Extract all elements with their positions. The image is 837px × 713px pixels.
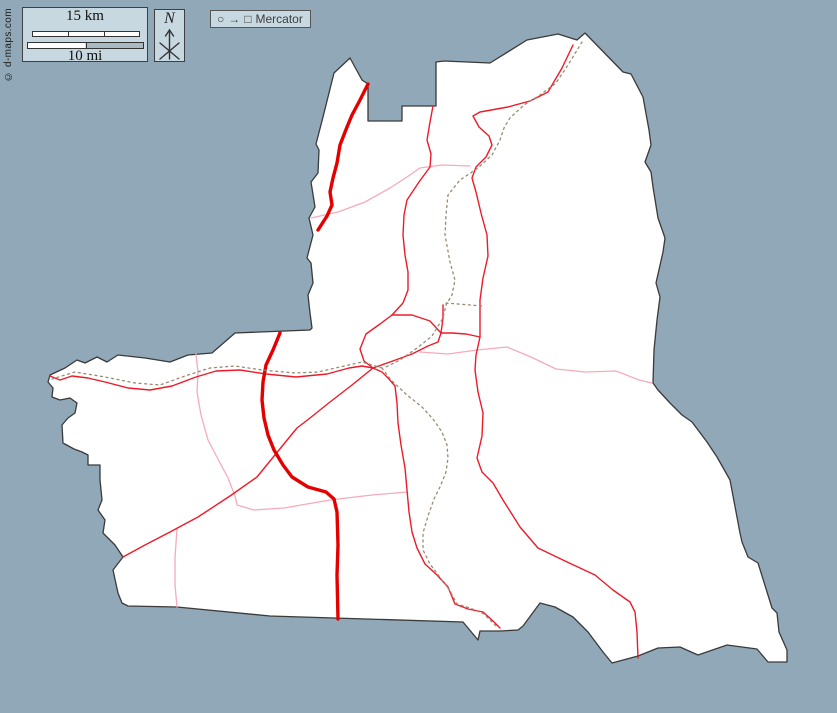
scale-bar-km <box>32 31 140 37</box>
projection-label: Mercator <box>256 11 303 27</box>
compass-north-label: N <box>155 10 184 28</box>
square-icon: □ <box>244 11 251 27</box>
arrow-right-icon: → <box>228 11 240 27</box>
copyright-notice: © d-maps.com <box>3 8 14 82</box>
scale-tick <box>68 32 69 36</box>
scale-tick <box>104 32 105 36</box>
circle-icon: ○ <box>217 11 224 27</box>
scale-km-label: 15 km <box>23 8 147 24</box>
compass-arrow-icon <box>155 28 184 61</box>
scale-legend: 15 km 10 mi <box>22 7 148 62</box>
projection-badge: ○ → □ Mercator <box>210 10 311 28</box>
scale-mi-label: 10 mi <box>23 48 147 64</box>
compass-rose: N <box>154 9 185 62</box>
map-canvas <box>0 0 837 713</box>
map-stage: 15 km 10 mi N ○ → □ Mercator © d-maps.co… <box>0 0 837 713</box>
